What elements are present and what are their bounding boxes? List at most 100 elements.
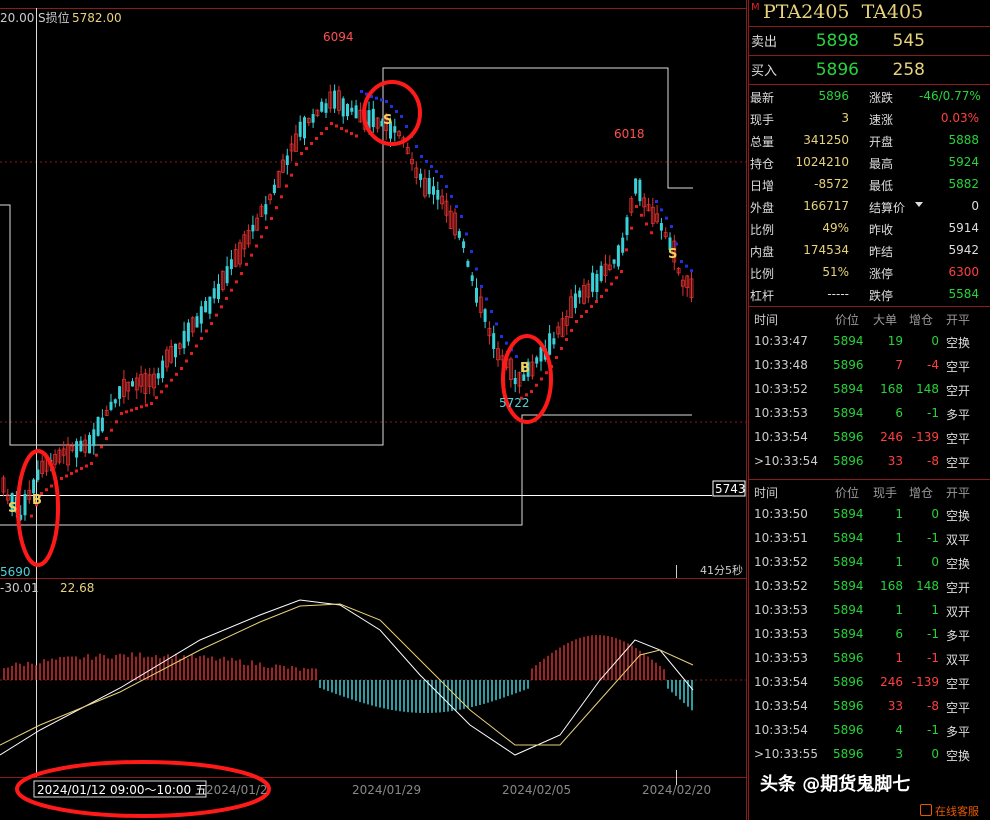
sell-row[interactable]: 卖出 5898 545 bbox=[749, 27, 990, 56]
stat-value: 174534 bbox=[803, 243, 849, 257]
candle-body bbox=[324, 103, 328, 113]
sar-dot bbox=[390, 105, 393, 108]
kline-chart[interactable]: S B S B S 20.00 S损位 5782.00 6094 6018 56… bbox=[0, 0, 748, 820]
sar-dot bbox=[535, 383, 538, 387]
candle-body bbox=[535, 357, 539, 364]
sar-dot bbox=[245, 262, 248, 266]
sar-dot bbox=[115, 420, 118, 424]
cell-oi: -1 bbox=[927, 723, 939, 737]
sar-dot bbox=[195, 344, 198, 348]
sar-dot bbox=[175, 372, 178, 376]
sar-dot bbox=[295, 162, 298, 166]
sar-dot bbox=[630, 226, 633, 230]
table-row[interactable]: 10:33:52 5894 1 0 空换 bbox=[749, 550, 990, 574]
sar-dot bbox=[60, 477, 63, 480]
candle-body bbox=[264, 204, 268, 215]
stat-label: 现手 bbox=[750, 113, 775, 127]
watermark: 头条 @期货鬼脚七 bbox=[760, 774, 911, 795]
sar-dot bbox=[530, 390, 533, 393]
cell-time: 10:33:54 bbox=[754, 675, 808, 689]
top-left-value: 20.00 bbox=[0, 11, 34, 25]
stat-row: 日增 -8572 最低 5882 bbox=[749, 174, 990, 196]
cell-volume: 246 bbox=[880, 675, 903, 689]
online-service-link[interactable]: 在线客服 bbox=[920, 803, 979, 819]
sar-dot bbox=[320, 132, 323, 135]
table-row[interactable]: 10:33:50 5894 1 0 空换 bbox=[749, 502, 990, 526]
sar-dot bbox=[465, 232, 468, 236]
sar-dot bbox=[660, 208, 663, 212]
table-row[interactable]: 10:33:53 5894 6 -1 多平 bbox=[749, 622, 990, 646]
sar-dot bbox=[230, 288, 233, 292]
table-row[interactable]: 10:33:51 5894 1 -1 双平 bbox=[749, 526, 990, 550]
sar-dot bbox=[430, 165, 433, 168]
table-row[interactable]: 10:33:54 5896 246 -139 空平 bbox=[749, 425, 990, 449]
stat-label: 涨跌 bbox=[869, 91, 894, 105]
candle-body bbox=[79, 440, 83, 452]
stat-value: 5896 bbox=[818, 89, 849, 103]
cell-oi: -1 bbox=[927, 627, 939, 641]
sar-dot bbox=[255, 244, 258, 248]
sar-dot bbox=[545, 371, 548, 375]
buy-row[interactable]: 买入 5896 258 bbox=[749, 56, 990, 85]
candle-body bbox=[470, 275, 474, 282]
stat-value: 5942 bbox=[948, 243, 979, 257]
sar-dot bbox=[300, 152, 303, 155]
cell-volume: 1 bbox=[895, 507, 903, 521]
sar-dot bbox=[85, 464, 88, 468]
stat-value: 166717 bbox=[803, 199, 849, 213]
sar-dot bbox=[135, 407, 138, 410]
online-service-label: 在线客服 bbox=[935, 805, 979, 818]
cell-type: 双开 bbox=[946, 605, 971, 619]
candle-body bbox=[320, 101, 324, 112]
candle-body bbox=[272, 184, 276, 194]
sar-dot bbox=[645, 222, 648, 226]
stat-value: 5914 bbox=[948, 221, 979, 235]
sar-dot bbox=[325, 127, 328, 130]
cell-oi: -8 bbox=[927, 454, 939, 468]
table-row[interactable]: 10:33:52 5894 168 148 空开 bbox=[749, 574, 990, 598]
cell-volume: 1 bbox=[895, 651, 903, 665]
sar-dot bbox=[565, 338, 568, 341]
table-row[interactable]: >10:33:54 5896 33 -8 空平 bbox=[749, 449, 990, 473]
quote-panel: M PTA2405 TA405 卖出 5898 545 买入 5896 258 … bbox=[748, 0, 990, 820]
symbol-title: M PTA2405 TA405 bbox=[749, 0, 990, 27]
candle-body bbox=[186, 322, 190, 342]
table-row[interactable]: 10:33:53 5894 6 -1 多平 bbox=[749, 401, 990, 425]
table-row[interactable]: 10:33:54 5896 246 -139 空平 bbox=[749, 670, 990, 694]
stat-row: 内盘 174534 昨结 5942 bbox=[749, 240, 990, 262]
date-tooltip: 2024/01/12 09:00～10:00 五 bbox=[37, 783, 207, 797]
sar-dot bbox=[405, 125, 408, 128]
sar-dot bbox=[615, 276, 618, 280]
sar-dot bbox=[355, 134, 358, 138]
table-row[interactable]: 10:33:54 5896 33 -8 空平 bbox=[749, 694, 990, 718]
cell-time: 10:33:52 bbox=[754, 579, 808, 593]
cell-volume: 33 bbox=[887, 699, 903, 713]
cell-time: 10:33:50 bbox=[754, 507, 808, 521]
buy-volume: 258 bbox=[892, 60, 925, 80]
table-row[interactable]: 10:33:52 5894 168 148 空开 bbox=[749, 377, 990, 401]
candle-body bbox=[513, 377, 517, 385]
table-row[interactable]: >10:33:55 5896 3 0 空换 bbox=[749, 742, 990, 766]
sar-dot bbox=[65, 474, 68, 478]
sar-dot bbox=[260, 235, 263, 239]
sar-dot bbox=[285, 184, 288, 188]
candle-body bbox=[612, 259, 616, 264]
candle-body bbox=[229, 259, 233, 269]
cell-type: 多平 bbox=[946, 408, 971, 422]
macd-right-value: 22.68 bbox=[60, 581, 94, 595]
stat-row: 总量 341250 开盘 5888 bbox=[749, 130, 990, 152]
cell-price: 5894 bbox=[833, 627, 864, 641]
sar-dot bbox=[270, 217, 273, 220]
cell-price: 5896 bbox=[833, 747, 864, 761]
candle-body bbox=[333, 90, 337, 109]
table-row[interactable]: 10:33:47 5894 19 0 空换 bbox=[749, 329, 990, 353]
table-row[interactable]: 10:33:53 5894 1 1 双开 bbox=[749, 598, 990, 622]
cell-type: 空换 bbox=[946, 557, 971, 571]
sar-dot bbox=[620, 270, 623, 273]
table-row[interactable]: 10:33:53 5896 1 -1 双平 bbox=[749, 646, 990, 670]
candle-body bbox=[92, 429, 96, 447]
caret-down-icon[interactable] bbox=[915, 202, 923, 207]
sar-dot bbox=[505, 341, 508, 345]
table-row[interactable]: 10:33:48 5896 7 -4 空平 bbox=[749, 353, 990, 377]
table-row[interactable]: 10:33:54 5896 4 -1 多平 bbox=[749, 718, 990, 742]
